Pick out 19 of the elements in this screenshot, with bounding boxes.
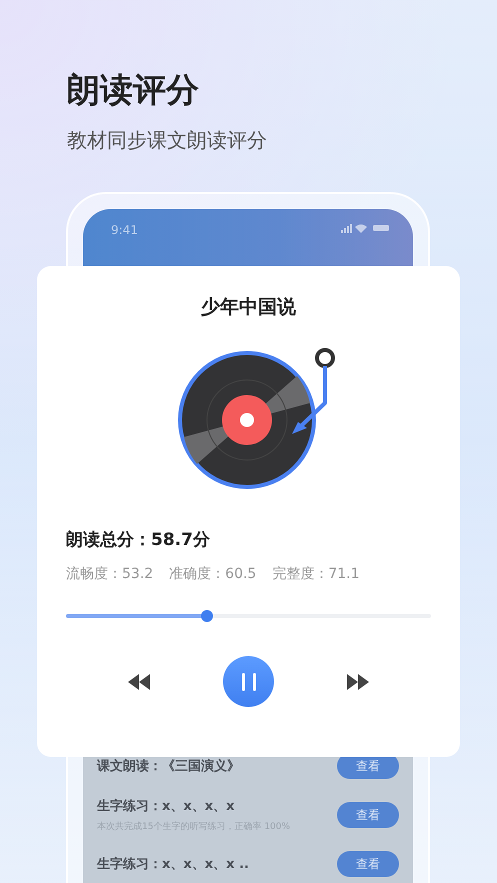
record-title: 生字练习：x、x、x、x .. <box>97 856 249 873</box>
view-button[interactable]: 查看 <box>337 802 399 828</box>
fast-forward-icon[interactable] <box>347 674 369 690</box>
status-time: 9:41 <box>111 223 138 237</box>
score-metric: 完整度：71.1 <box>272 565 360 583</box>
view-button[interactable]: 查看 <box>337 851 399 877</box>
page-subtitle: 教材同步课文朗读评分 <box>67 127 268 154</box>
record-title: 课文朗读：《三国演义》 <box>97 758 240 775</box>
total-score: 朗读总分：58.7分 <box>66 529 211 551</box>
rewind-icon[interactable] <box>128 674 150 690</box>
track-title: 少年中国说 <box>201 295 296 320</box>
status-icons <box>341 223 391 233</box>
pause-button[interactable] <box>223 656 274 707</box>
score-metric: 流畅度：53.2 <box>66 565 154 583</box>
progress-handle[interactable] <box>200 610 213 622</box>
pause-icon <box>242 672 256 690</box>
record-title: 生字练习：x、x、x、x <box>97 798 236 815</box>
page-title: 朗读评分 <box>67 69 200 111</box>
score-metric: 准确度：60.5 <box>169 565 256 583</box>
